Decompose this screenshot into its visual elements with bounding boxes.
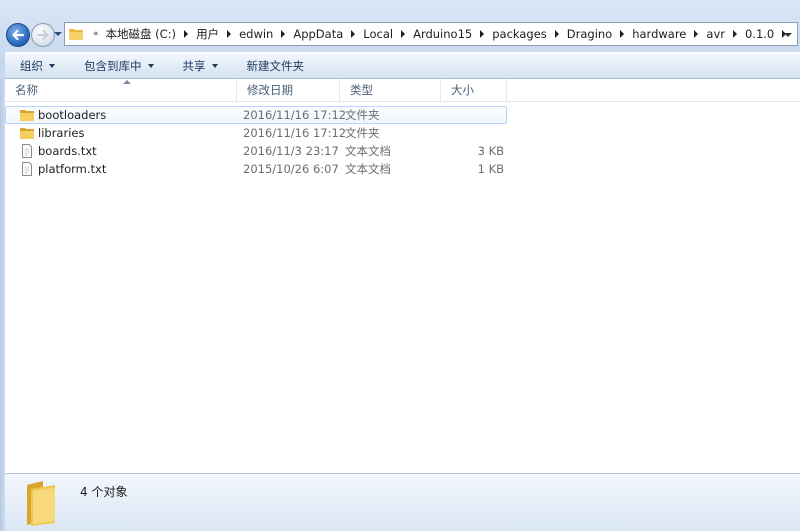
breadcrumb-overflow[interactable]: «: [93, 29, 99, 39]
column-name[interactable]: 名称: [5, 79, 237, 102]
chevron-down-icon: [211, 63, 218, 68]
file-type: 文件夹: [345, 108, 380, 122]
file-size: 1 KB: [477, 162, 504, 176]
file-list: 名称 修改日期 类型 大小 bootloaders 2016/11/16 17:…: [5, 79, 800, 473]
details-pane: 4 个对象: [5, 473, 800, 531]
column-type[interactable]: 类型: [340, 79, 441, 102]
column-size-label: 大小: [451, 83, 474, 97]
organize-button[interactable]: 组织: [5, 58, 69, 74]
address-history-dropdown-icon[interactable]: [784, 33, 792, 37]
share-button[interactable]: 共享: [168, 58, 232, 74]
address-bar[interactable]: « 本地磁盘 (C:) 用户 edwin AppData Local Ardui…: [64, 22, 798, 46]
arrow-left-icon: [12, 29, 25, 41]
breadcrumb-local[interactable]: Local: [360, 27, 396, 41]
recent-pages-dropdown[interactable]: [54, 32, 62, 36]
column-date-modified[interactable]: 修改日期: [237, 79, 340, 102]
column-size[interactable]: 大小: [441, 79, 507, 102]
new-folder-button[interactable]: 新建文件夹: [232, 58, 319, 74]
column-date-label: 修改日期: [247, 83, 293, 97]
file-date: 2016/11/16 17:12: [243, 108, 347, 122]
back-button[interactable]: [6, 23, 30, 47]
folder-icon: [20, 126, 34, 140]
file-date: 2015/10/26 6:07: [243, 162, 339, 176]
breadcrumb-arduino15[interactable]: Arduino15: [410, 27, 475, 41]
chevron-down-icon: [49, 63, 55, 68]
column-type-label: 类型: [350, 83, 373, 97]
new-folder-label: 新建文件夹: [246, 58, 305, 73]
breadcrumb-separator-icon[interactable]: [227, 30, 232, 38]
breadcrumb-avr[interactable]: avr: [703, 27, 728, 41]
breadcrumb-separator-icon[interactable]: [184, 30, 189, 38]
file-type: 文件夹: [345, 126, 380, 140]
file-name: libraries: [38, 126, 85, 140]
breadcrumb-separator-icon[interactable]: [480, 30, 485, 38]
file-name: bootloaders: [38, 108, 107, 122]
share-label: 共享: [182, 58, 206, 73]
include-in-library-button[interactable]: 包含到库中: [69, 58, 168, 74]
navigation-bar: « 本地磁盘 (C:) 用户 edwin AppData Local Ardui…: [0, 18, 800, 52]
breadcrumb-separator-icon[interactable]: [620, 30, 625, 38]
file-date: 2016/11/16 17:12: [243, 126, 347, 140]
folder-icon: [20, 108, 34, 122]
file-row[interactable]: bootloaders 2016/11/16 17:12 文件夹: [5, 106, 507, 124]
file-type: 文本文档: [345, 144, 391, 158]
text-file-icon: [20, 144, 34, 158]
breadcrumb-users[interactable]: 用户: [193, 26, 222, 42]
include-library-label: 包含到库中: [84, 58, 142, 73]
file-date: 2016/11/3 23:17: [243, 144, 339, 158]
command-bar: 组织 包含到库中 共享 新建文件夹: [5, 52, 800, 79]
file-row[interactable]: boards.txt 2016/11/3 23:17 文本文档 3 KB: [5, 142, 507, 160]
breadcrumb-edwin[interactable]: edwin: [236, 27, 276, 41]
folder-icon: [69, 28, 83, 40]
breadcrumb-packages[interactable]: packages: [489, 27, 550, 41]
file-type: 文本文档: [345, 162, 391, 176]
arrow-right-icon: [36, 29, 49, 41]
file-rows: bootloaders 2016/11/16 17:12 文件夹 librari…: [5, 106, 800, 178]
breadcrumb-separator-icon[interactable]: [694, 30, 699, 38]
item-count: 4 个对象: [80, 485, 128, 499]
forward-button[interactable]: [31, 23, 55, 47]
file-name: boards.txt: [38, 144, 97, 158]
breadcrumb-appdata[interactable]: AppData: [290, 27, 346, 41]
column-name-label: 名称: [15, 83, 38, 97]
file-name: platform.txt: [38, 162, 107, 176]
chevron-down-icon: [147, 63, 154, 68]
breadcrumb-version[interactable]: 0.1.0: [742, 27, 777, 41]
file-row[interactable]: libraries 2016/11/16 17:12 文件夹: [5, 124, 507, 142]
breadcrumb-separator-icon[interactable]: [401, 30, 406, 38]
breadcrumb-local-disk[interactable]: 本地磁盘 (C:): [103, 26, 180, 42]
breadcrumb-hardware[interactable]: hardware: [629, 27, 689, 41]
breadcrumb-separator-icon[interactable]: [351, 30, 356, 38]
breadcrumb-separator-icon[interactable]: [281, 30, 286, 38]
file-size: 3 KB: [477, 144, 504, 158]
column-header: 名称 修改日期 类型 大小: [5, 79, 800, 102]
organize-label: 组织: [20, 58, 43, 73]
breadcrumb-dragino[interactable]: Dragino: [564, 27, 615, 41]
explorer-window: « 本地磁盘 (C:) 用户 edwin AppData Local Ardui…: [0, 0, 800, 531]
folder-icon: [21, 479, 65, 527]
text-file-icon: [20, 162, 34, 176]
breadcrumb-separator-icon[interactable]: [732, 30, 737, 38]
breadcrumb-separator-icon[interactable]: [554, 30, 559, 38]
file-row[interactable]: platform.txt 2015/10/26 6:07 文本文档 1 KB: [5, 160, 507, 178]
